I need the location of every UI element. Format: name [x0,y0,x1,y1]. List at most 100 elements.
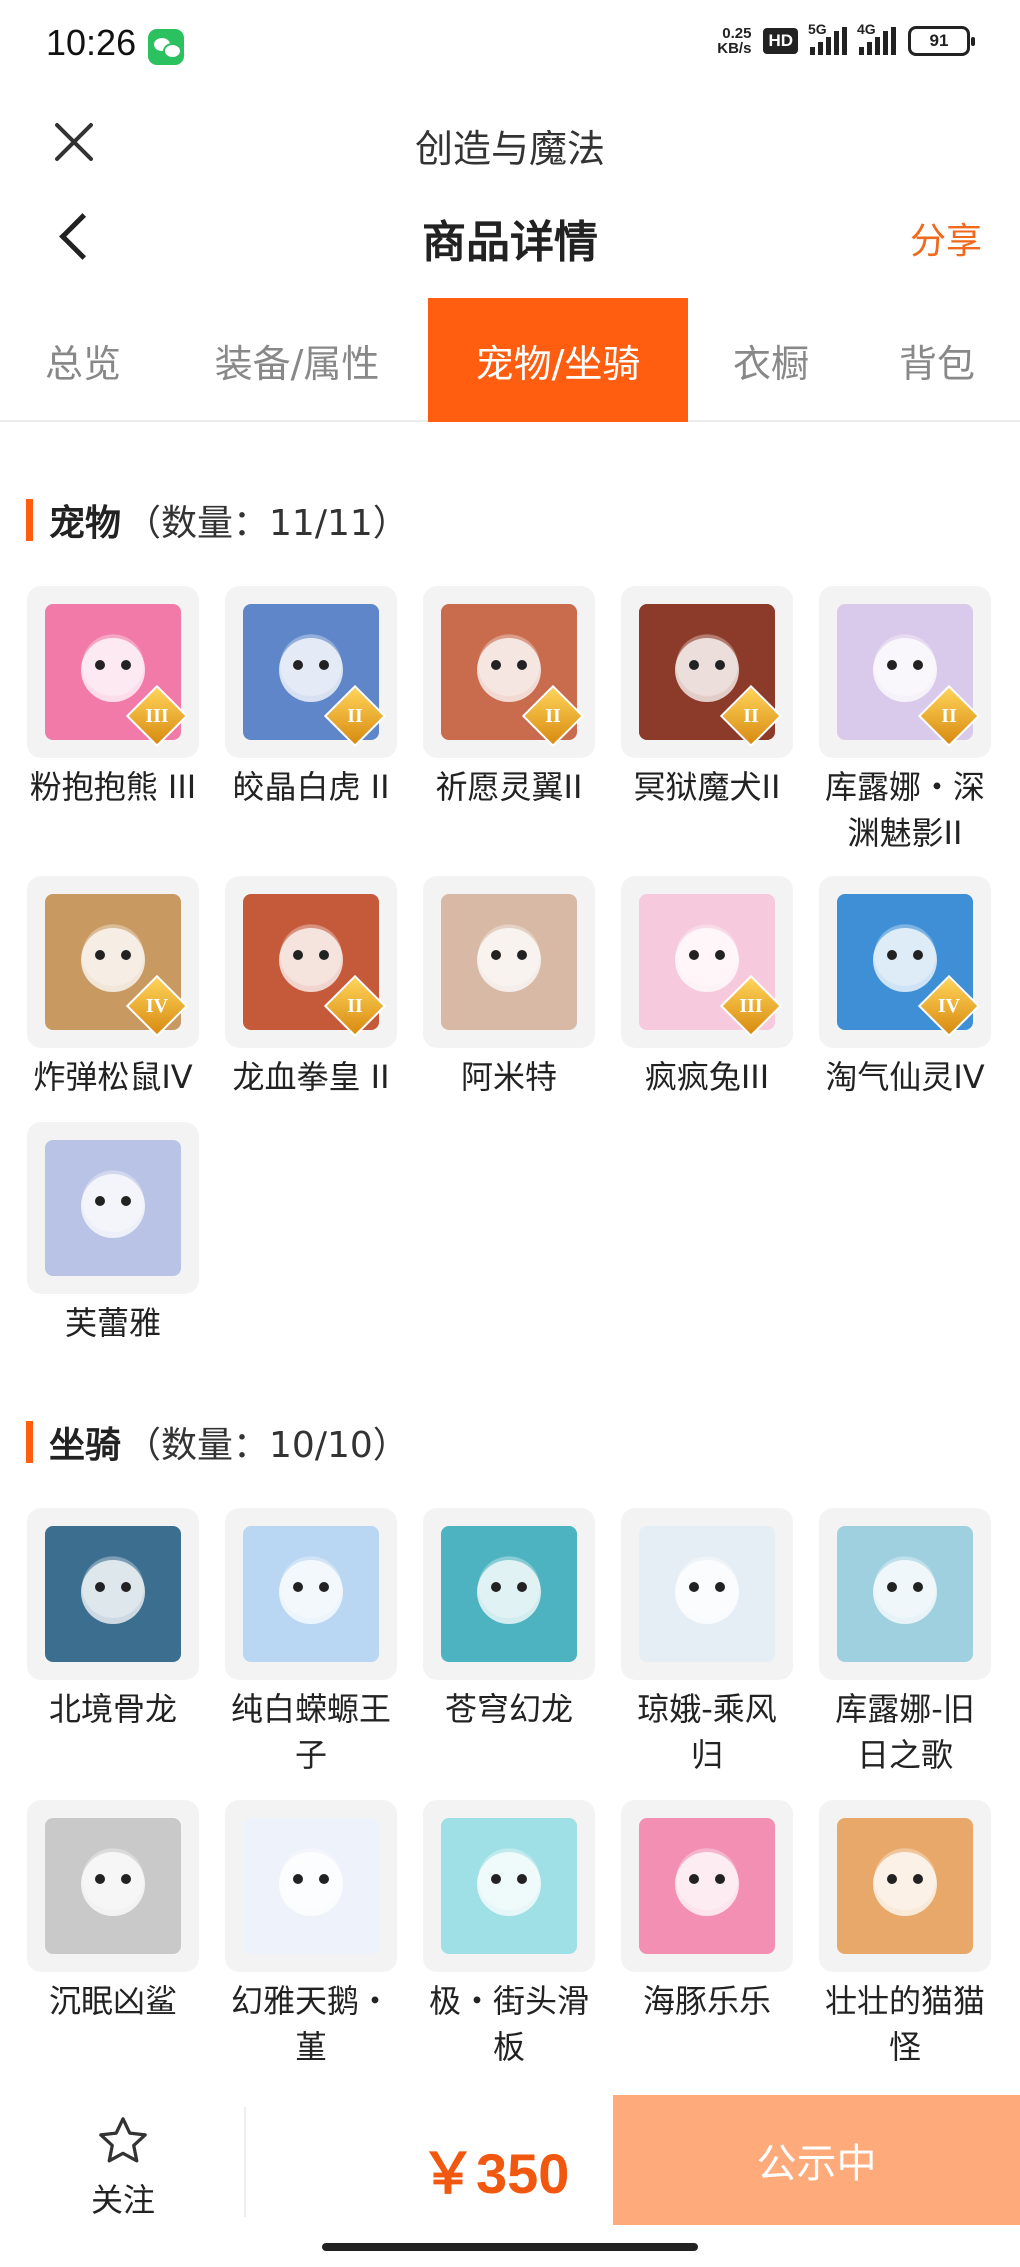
tab-equipment[interactable]: 装备/属性 [166,298,428,422]
pets-thumbnail: II [225,586,397,758]
pets-grid: III 粉抱抱熊 III II 皎晶白虎 II II 祈愿灵翼II II 冥狱魔犬II II 库露… [26,586,1006,1356]
mounts-thumbnail [621,1508,793,1680]
mounts-thumbnail [27,1800,199,1972]
mounts-item[interactable]: 库露娜-旧日之歌 [818,1508,992,1778]
mounts-name: 北境骨龙 [48,1690,177,1728]
page-header: 商品详情 分享 [0,190,1020,300]
mounts-item[interactable]: 北境骨龙 [26,1508,200,1732]
mounts-item[interactable]: 纯白蝾螈王子 [224,1508,398,1778]
pets-item[interactable]: II 库露娜・深渊魅影II [818,586,992,856]
mounts-name: 极・街头滑板 [428,1982,589,2066]
bottom-bar: 关注 ￥350 公示中 [0,2095,1020,2228]
price: ￥350 [420,2142,570,2205]
clock: 10:26 [46,22,137,63]
pets-name: 皎晶白虎 II [232,768,390,806]
pets-item[interactable]: II 冥狱魔犬II [620,586,794,810]
tab-backpack[interactable]: 背包 [854,298,1020,422]
pets-item[interactable]: III 疯疯兔III [620,876,794,1100]
pets-item[interactable]: IV 淘气仙灵IV [818,876,992,1100]
pets-thumbnail: IV [819,876,991,1048]
mounts-name: 海豚乐乐 [642,1982,771,2020]
tab-pets-mounts[interactable]: 宠物/坐骑 [428,298,688,422]
mounts-name: 沉眠凶鲨 [48,1982,177,2020]
pets-thumbnail [423,876,595,1048]
pets-item[interactable]: II 皎晶白虎 II [224,586,398,810]
mounts-thumbnail [621,1800,793,1972]
share-button[interactable]: 分享 [910,212,982,264]
mounts-name: 壮壮的猫猫怪 [824,1982,985,2066]
pets-name: 淘气仙灵IV [825,1058,985,1096]
mounts-thumbnail [225,1800,397,1972]
mounts-thumbnail [27,1508,199,1680]
pets-thumbnail: II [819,586,991,758]
mounts-item[interactable]: 幻雅天鹅・堇 [224,1800,398,2070]
speed-unit: KB/s [717,40,752,57]
follow-button[interactable]: 关注 [48,2113,198,2221]
home-indicator[interactable] [322,2243,698,2251]
status-icons: 0.25 KB/s HD 5G 4G 91 [717,21,975,56]
app-title: 创造与魔法 [414,127,605,171]
section-name: 宠物 [49,503,122,544]
pets-name: 库露娜・深渊魅影II [824,768,985,852]
pets-thumbnail: III [27,586,199,758]
mounts-name: 琼娥-乘风归 [637,1690,777,1774]
battery-level: 91 [929,31,949,50]
mounts-name: 幻雅天鹅・堇 [230,1982,391,2066]
pets-name: 冥狱魔犬II [633,768,781,806]
mounts-thumbnail [423,1508,595,1680]
pets-item[interactable]: 芙蕾雅 [26,1122,200,1346]
mounts-thumbnail [819,1508,991,1680]
pets-item[interactable]: II 龙血拳皇 II [224,876,398,1100]
tab-wardrobe[interactable]: 衣橱 [688,298,854,422]
tab-overview[interactable]: 总览 [0,298,166,422]
pets-thumbnail: IV [27,876,199,1048]
follow-label: 关注 [90,2181,155,2219]
pets-item[interactable]: IV 炸弹松鼠IV [26,876,200,1100]
mounts-thumbnail [423,1800,595,1972]
mounts-item[interactable]: 极・街头滑板 [422,1800,596,2070]
divider [244,2107,246,2217]
net-label-4g: 4G [857,21,876,37]
pets-name: 祈愿灵翼II [435,768,583,806]
hd-icon: HD [763,28,798,54]
mounts-section-title: 坐骑 （数量：10/10） [26,1416,409,1468]
pets-name: 阿米特 [460,1058,557,1096]
public-notice-button[interactable]: 公示中 [613,2095,1020,2225]
mounts-item[interactable]: 壮壮的猫猫怪 [818,1800,992,2070]
mounts-name: 纯白蝾螈王子 [230,1690,391,1774]
pets-section-title: 宠物 （数量：11/11） [26,494,409,546]
pets-thumbnail: II [225,876,397,1048]
status-bar: 10:26 0.25 KB/s HD 5G 4G 91 [0,0,1020,90]
net-label-5g: 5G [808,21,827,37]
section-marker [26,499,33,541]
mounts-grid: 北境骨龙 纯白蝾螈王子 苍穹幻龙 琼娥-乘风归 库露娜-旧日之歌沉眠凶鲨 幻雅天鹅・堇 极・… [26,1508,1006,2088]
battery-icon: 91 [908,26,975,56]
tab-bar: 总览 装备/属性 宠物/坐骑 衣橱 背包 [0,298,1020,422]
mounts-item[interactable]: 苍穹幻龙 [422,1508,596,1732]
star-icon [99,2117,147,2163]
pets-name: 芙蕾雅 [64,1304,161,1342]
pets-thumbnail: III [621,876,793,1048]
signal-5g-icon: 5G [808,21,847,55]
wechat-icon [148,29,184,65]
mounts-thumbnail [819,1800,991,1972]
network-speed: 0.25 KB/s [717,26,751,56]
pets-name: 炸弹松鼠IV [33,1058,193,1096]
pets-item[interactable]: II 祈愿灵翼II [422,586,596,810]
mounts-item[interactable]: 海豚乐乐 [620,1800,794,2024]
page-title: 商品详情 [422,217,598,268]
section-count: （数量：11/11） [125,503,409,544]
pets-item[interactable]: III 粉抱抱熊 III [26,586,200,810]
speed-value: 0.25 [722,25,752,42]
pets-thumbnail [27,1122,199,1294]
mounts-item[interactable]: 琼娥-乘风归 [620,1508,794,1778]
mounts-name: 苍穹幻龙 [444,1690,573,1728]
section-name: 坐骑 [49,1425,122,1466]
pets-thumbnail: II [423,586,595,758]
signal-4g-icon: 4G [857,21,896,55]
pets-item[interactable]: 阿米特 [422,876,596,1100]
mounts-item[interactable]: 沉眠凶鲨 [26,1800,200,2024]
pets-name: 疯疯兔III [644,1058,770,1096]
section-marker [26,1421,33,1463]
section-count: （数量：10/10） [125,1425,409,1466]
